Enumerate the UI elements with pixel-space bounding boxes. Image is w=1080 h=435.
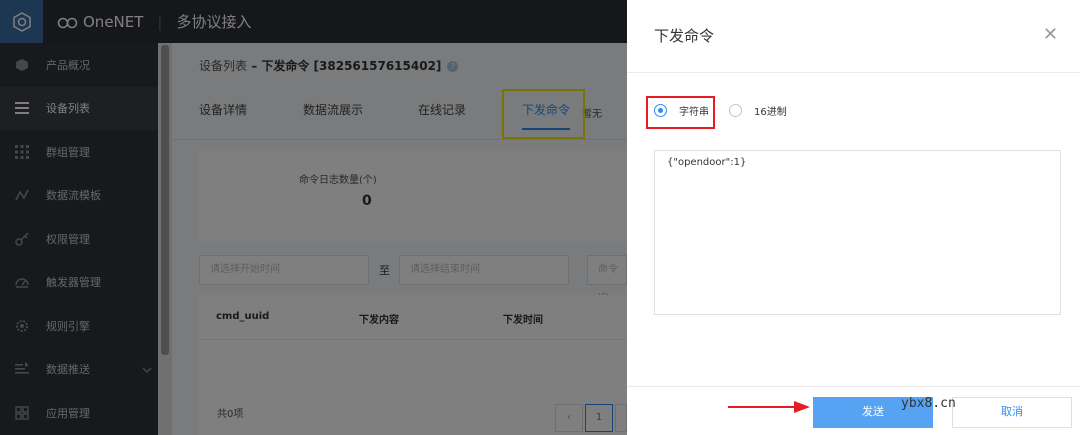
arrow-annotation-icon bbox=[728, 401, 810, 413]
highlight-box-radio bbox=[646, 96, 715, 129]
close-icon[interactable]: ✕ bbox=[1043, 24, 1058, 45]
watermark: ybx8.cn bbox=[901, 396, 956, 411]
command-input[interactable]: {"opendoor":1} bbox=[654, 150, 1061, 315]
cancel-button[interactable]: 取消 bbox=[952, 397, 1072, 428]
drawer-footer-divider bbox=[627, 386, 1080, 387]
drawer-divider bbox=[627, 72, 1080, 73]
modal-overlay[interactable] bbox=[0, 0, 627, 435]
radio-label: 16进制 bbox=[754, 107, 787, 118]
drawer-title: 下发命令 bbox=[654, 27, 715, 45]
radio-dot[interactable] bbox=[729, 104, 742, 117]
send-command-drawer: 下发命令 ✕ 字符串 16进制 {"opendoor":1} 发送 取消 bbox=[627, 0, 1080, 435]
radio-hex[interactable]: 16进制 bbox=[729, 103, 787, 118]
